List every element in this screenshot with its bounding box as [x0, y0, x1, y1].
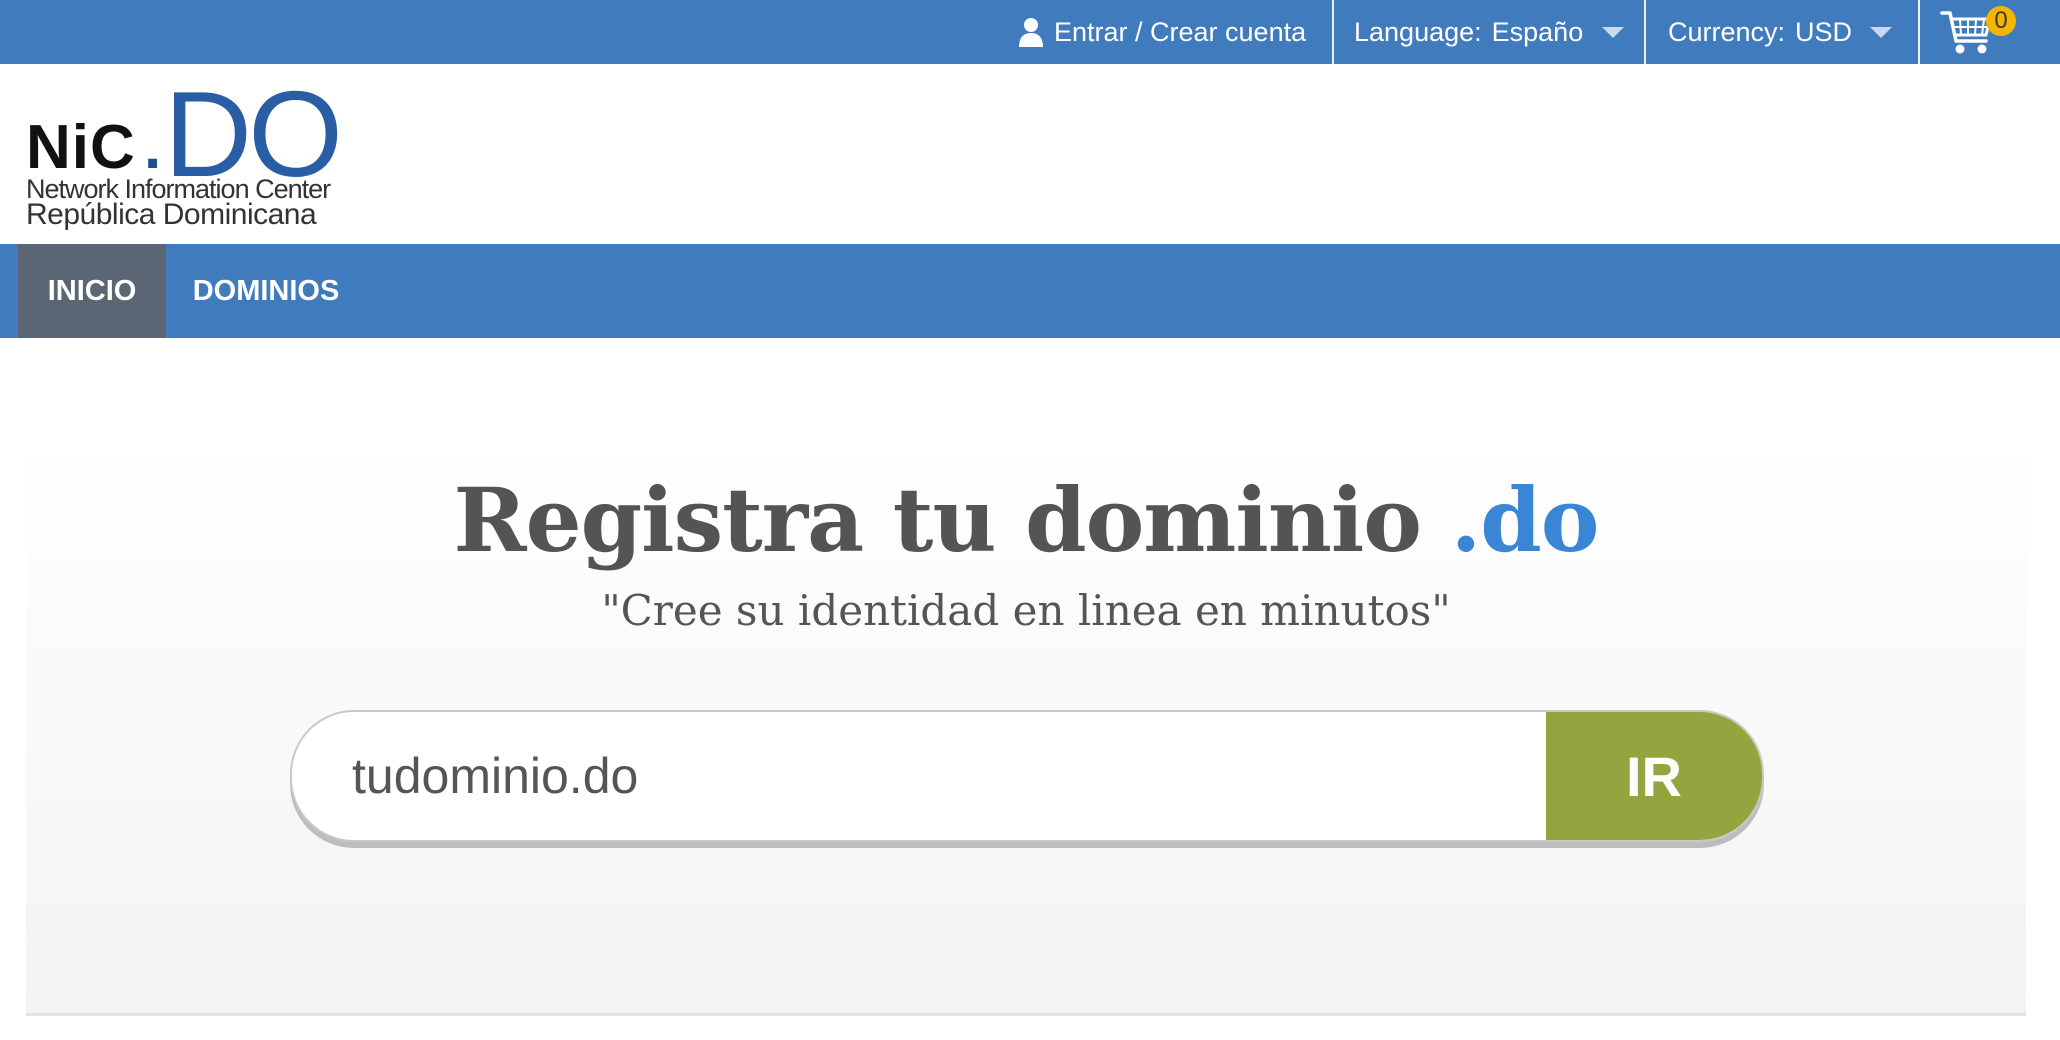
cart-count-badge: 0	[1986, 6, 2016, 36]
hero-title-accent: .do	[1450, 468, 1600, 572]
login-label: Entrar / Crear cuenta	[1054, 16, 1307, 47]
divider	[1918, 0, 1920, 64]
site-logo[interactable]: NiC . DO Network Information Center Repú…	[26, 66, 356, 232]
hero-subtitle: "Cree su identidad en linea en minutos"	[601, 586, 1451, 635]
hero-section: Registra tu dominio .do "Cree su identid…	[26, 438, 2026, 1016]
logo-dot: .	[144, 113, 162, 182]
chevron-down-icon	[1870, 26, 1893, 38]
language-selector[interactable]: Language: Españo	[1354, 0, 1642, 64]
currency-value: USD	[1795, 16, 1853, 47]
domain-search-form: IR	[290, 710, 1764, 842]
logo-nic-text: NiC	[26, 113, 136, 182]
top-bar: Entrar / Crear cuenta Language: Españo C…	[0, 0, 2060, 64]
currency-label: Currency:	[1668, 16, 1786, 47]
cart-icon	[1940, 11, 1992, 54]
main-nav: INICIO DOMINIOS	[0, 244, 2060, 338]
chevron-down-icon	[1601, 26, 1624, 38]
logo-tagline-2: República Dominicana	[26, 198, 317, 231]
domain-search-input[interactable]	[292, 712, 1546, 840]
language-value: Españo	[1491, 16, 1584, 47]
hero-title-text: Registra tu dominio	[453, 468, 1451, 572]
login-link[interactable]: Entrar / Crear cuenta	[1018, 0, 1318, 64]
currency-selector[interactable]: Currency: USD	[1668, 0, 1898, 64]
nav-item-dominios[interactable]: DOMINIOS	[166, 244, 366, 338]
search-submit-button[interactable]: IR	[1546, 712, 1762, 840]
hero-title: Registra tu dominio .do	[26, 468, 2026, 572]
user-icon	[1019, 18, 1043, 47]
nav-item-inicio[interactable]: INICIO	[18, 244, 166, 338]
divider	[1332, 0, 1334, 64]
divider	[1644, 0, 1646, 64]
language-label: Language:	[1354, 16, 1482, 47]
